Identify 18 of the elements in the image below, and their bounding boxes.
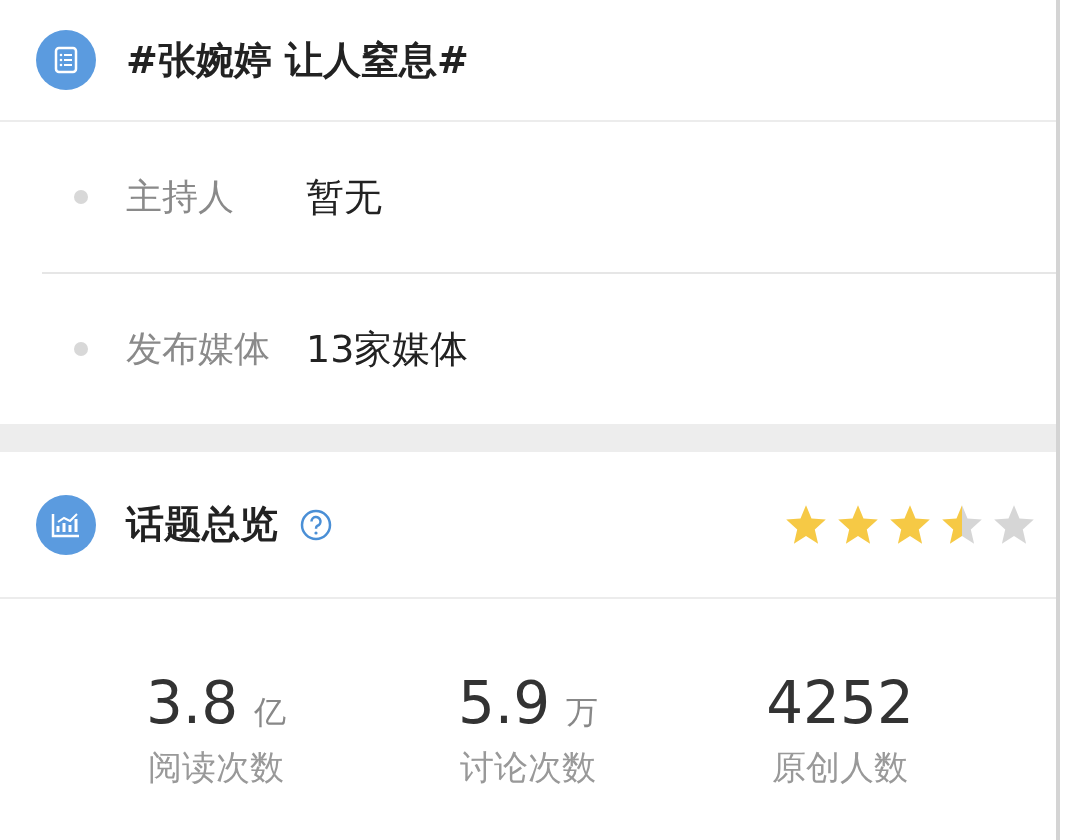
info-label: 发布媒体 — [126, 326, 271, 371]
stat-label: 阅读次数 — [148, 746, 284, 789]
bullet-icon — [74, 190, 88, 204]
section-title: 话题总览 — [126, 501, 278, 548]
bullet-icon — [74, 342, 88, 356]
info-label: 主持人 — [126, 174, 235, 219]
help-icon[interactable] — [300, 508, 332, 541]
list-icon — [36, 30, 96, 90]
stat-unit: 万 — [566, 692, 599, 733]
topic-title: #张婉婷 让人窒息# — [126, 36, 469, 84]
stat-number: 3.8 — [145, 669, 239, 737]
info-value: 13家媒体 — [306, 325, 469, 373]
stat-unit: 亿 — [254, 692, 287, 733]
stat-label: 讨论次数 — [460, 746, 596, 789]
stat-number: 4252 — [766, 669, 914, 737]
info-value: 暂无 — [306, 173, 382, 221]
stat-number: 5.9 — [457, 669, 551, 737]
stat-label: 原创人数 — [772, 746, 908, 789]
